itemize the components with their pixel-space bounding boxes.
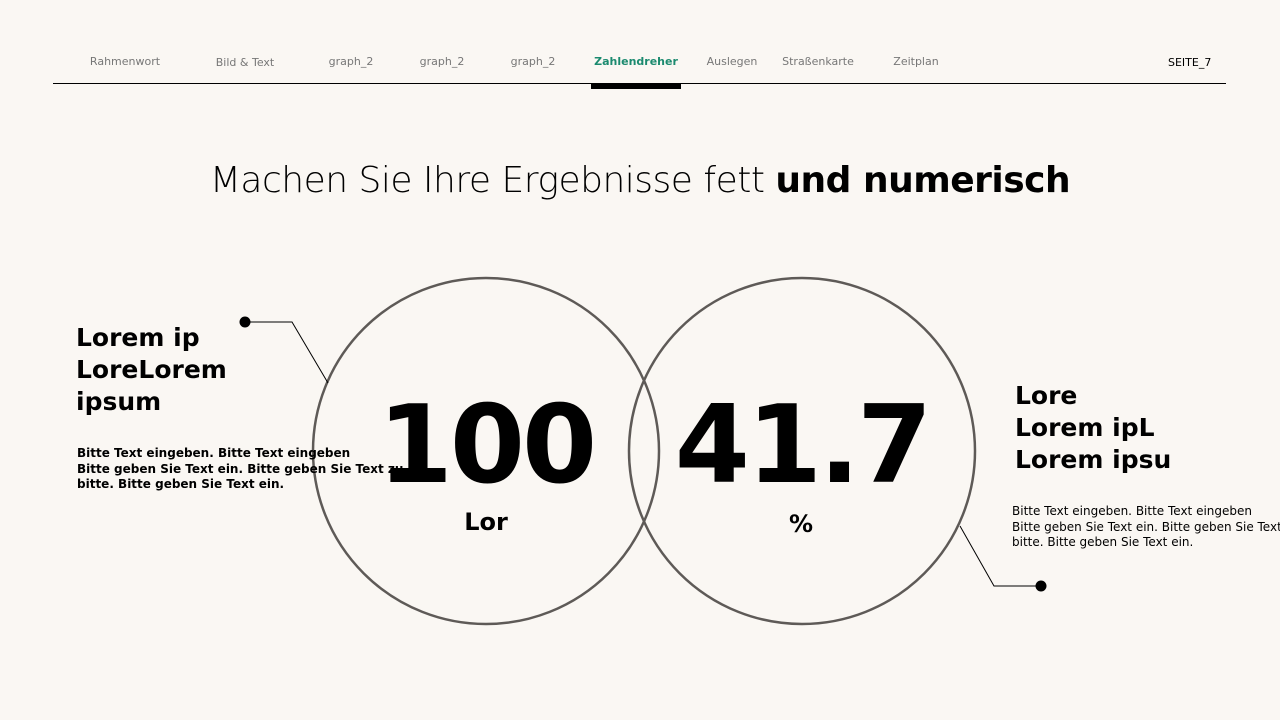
left-big-number: 100 [377, 383, 597, 508]
right-unit-label: % [788, 510, 814, 538]
left-unit-label: Lor [464, 508, 508, 536]
right-big-number: 41.7 [674, 383, 932, 508]
left-heading: Lorem ip LoreLorem ipsum [76, 323, 227, 416]
left-connector-dot [239, 316, 251, 328]
right-connector-dot [1035, 580, 1047, 592]
left-connector-line [245, 321, 329, 384]
right-body-text: Bitte Text eingeben. Bitte Text eingeben… [1012, 504, 1280, 549]
right-heading: Lore Lorem ipL Lorem ipsu [1015, 381, 1172, 474]
left-body-text: Bitte Text eingeben. Bitte Text eingeben… [77, 446, 404, 491]
